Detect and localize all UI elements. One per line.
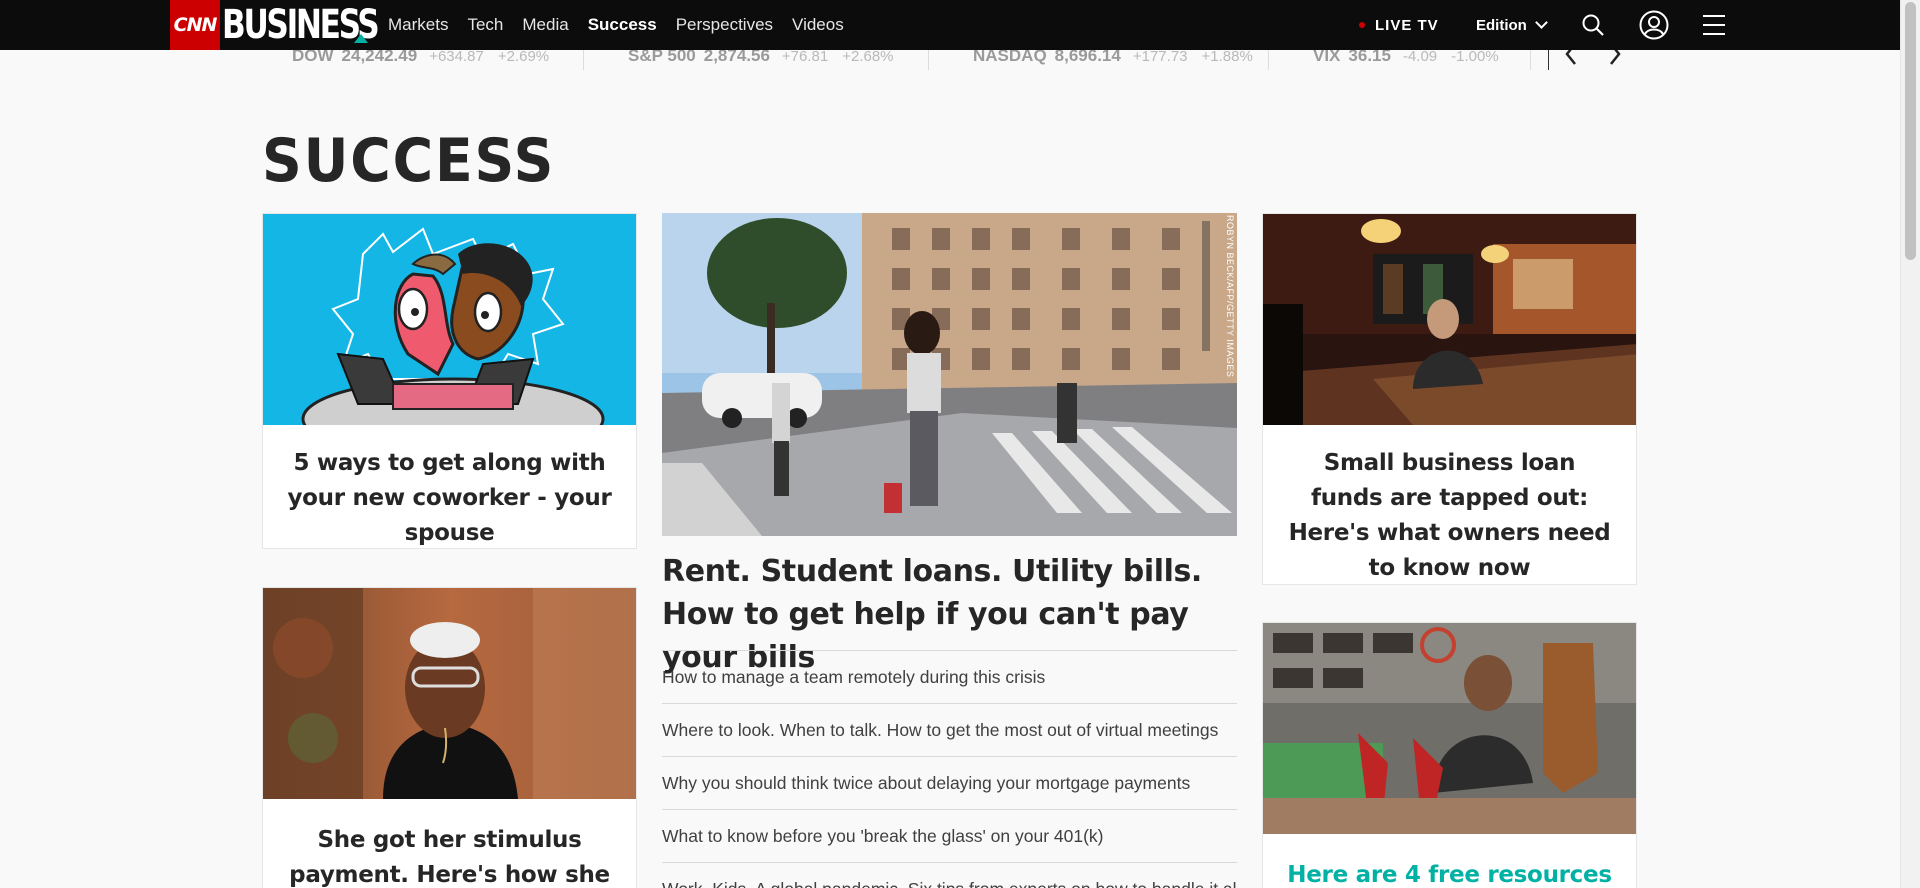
related-story-link[interactable]: What to know before you 'break the glass… (662, 809, 1237, 862)
live-tv-button[interactable]: LIVE TV (1359, 0, 1439, 50)
ticker-value: 8,696.14 (1054, 50, 1121, 65)
ticker-divider (1530, 50, 1531, 70)
ticker-change: +177.73 (1132, 50, 1188, 65)
market-ticker: DOW 24,242.49 +634.87 +2.69% S&P 500 2,8… (0, 50, 1900, 72)
story-headline[interactable]: Small business loan funds are tapped out… (1263, 446, 1636, 586)
story-card[interactable]: She got her stimulus payment. Here's how… (262, 587, 637, 888)
logo-triangle-icon (354, 34, 368, 43)
ticker-name: NASDAQ (973, 50, 1047, 65)
nav-videos[interactable]: Videos (792, 15, 844, 35)
edition-dropdown[interactable]: Edition (1476, 0, 1548, 50)
ticker-value: 2,874.56 (703, 50, 770, 65)
ticker-divider (1548, 50, 1549, 70)
ticker-divider (1268, 50, 1269, 70)
related-stories-list: How to manage a team remotely during thi… (662, 650, 1237, 888)
page-title: SUCCESS (262, 126, 556, 196)
menu-icon[interactable] (1700, 0, 1728, 50)
ticker-item-nasdaq[interactable]: NASDAQ 8,696.14 +177.73 +1.88% (973, 50, 1253, 71)
account-icon[interactable] (1637, 0, 1671, 50)
story-photo (1263, 623, 1636, 834)
ticker-value: 24,242.49 (341, 50, 418, 65)
live-tv-label: LIVE TV (1375, 16, 1439, 34)
chevron-down-icon (1534, 16, 1548, 29)
ticker-name: S&P 500 (628, 50, 696, 65)
edition-label: Edition (1476, 16, 1527, 34)
story-photo (1263, 214, 1636, 425)
related-story-link[interactable]: Why you should think twice about delayin… (662, 756, 1237, 809)
ticker-name: VIX (1313, 50, 1341, 65)
story-headline[interactable]: She got her stimulus payment. Here's how… (263, 823, 636, 888)
story-headline[interactable]: 5 ways to get along with your new cowork… (263, 446, 636, 551)
top-navigation-bar: CNN BUSINESS Markets Tech Media Success … (0, 0, 1900, 50)
nav-success[interactable]: Success (588, 15, 657, 35)
story-card[interactable]: Small business loan funds are tapped out… (1262, 213, 1637, 585)
ticker-change: -4.09 (1402, 50, 1438, 65)
ticker-prev-arrow-icon[interactable] (1560, 50, 1582, 70)
ticker-divider (928, 50, 929, 70)
story-card[interactable]: 5 ways to get along with your new cowork… (262, 213, 637, 549)
story-headline[interactable]: Here are 4 free resources that (1263, 858, 1636, 888)
search-icon[interactable] (1578, 0, 1608, 50)
live-dot-icon (1359, 22, 1365, 28)
nav-perspectives[interactable]: Perspectives (676, 15, 773, 35)
ticker-change: +76.81 (781, 50, 829, 65)
related-story-link[interactable]: Where to look. When to talk. How to get … (662, 703, 1237, 756)
ticker-divider (583, 50, 584, 70)
lead-story-photo[interactable]: ROBYN BECK/AFP/GETTY IMAGES (662, 213, 1237, 536)
photo-credit: ROBYN BECK/AFP/GETTY IMAGES (1225, 215, 1235, 378)
ticker-percent: +1.88% (1201, 50, 1253, 65)
ticker-value: 36.15 (1348, 50, 1391, 65)
scrollbar-thumb[interactable] (1905, 2, 1916, 260)
ticker-item-vix[interactable]: VIX 36.15 -4.09 -1.00% (1313, 50, 1499, 71)
story-illustration (263, 214, 636, 425)
story-photo (263, 588, 636, 799)
ticker-item-dow[interactable]: DOW 24,242.49 +634.87 +2.69% (292, 50, 549, 71)
ticker-percent: -1.00% (1451, 50, 1499, 65)
page-scrollbar[interactable] (1900, 0, 1920, 888)
related-story-link[interactable]: How to manage a team remotely during thi… (662, 650, 1237, 703)
ticker-name: DOW (292, 50, 334, 65)
cnn-logo[interactable]: CNN (170, 0, 220, 50)
ticker-next-arrow-icon[interactable] (1604, 50, 1626, 70)
ticker-item-sp500[interactable]: S&P 500 2,874.56 +76.81 +2.68% (628, 50, 894, 71)
ticker-percent: +2.68% (842, 50, 894, 65)
ticker-percent: +2.69% (497, 50, 550, 65)
related-story-link[interactable]: Work. Kids. A global pandemic. Six tips … (662, 862, 1237, 888)
story-card[interactable]: Here are 4 free resources that (1262, 622, 1637, 888)
ticker-change: +634.87 (429, 50, 484, 65)
nav-markets[interactable]: Markets (388, 15, 448, 35)
nav-tech[interactable]: Tech (467, 15, 503, 35)
nav-media[interactable]: Media (522, 15, 568, 35)
section-nav: Markets Tech Media Success Perspectives … (388, 0, 863, 50)
